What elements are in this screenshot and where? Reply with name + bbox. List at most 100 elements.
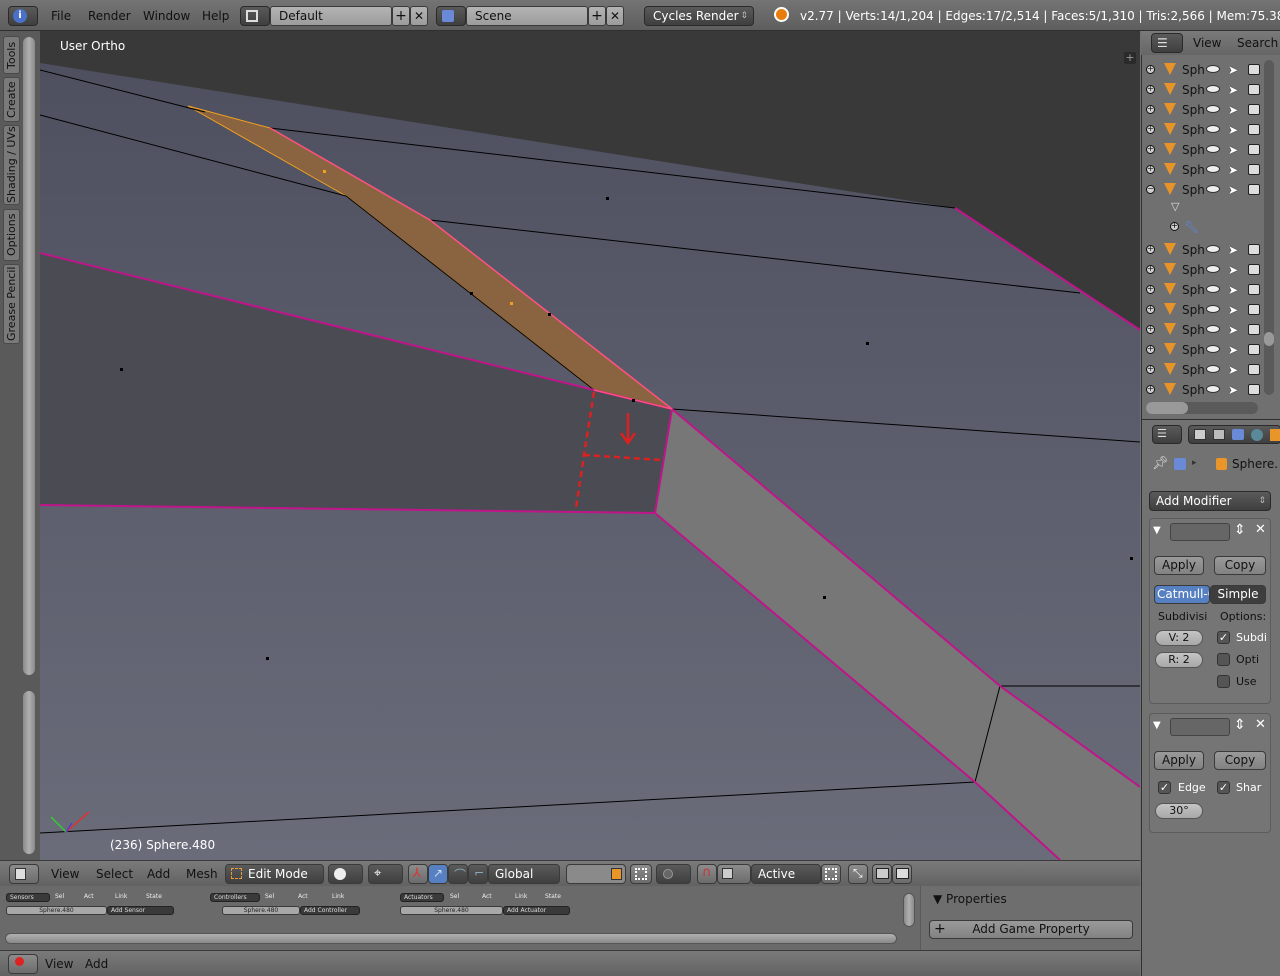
- move-up-down-icon[interactable]: ⇕: [1234, 522, 1246, 538]
- object-name[interactable]: Sphe: [1182, 123, 1204, 137]
- render-camera-icon[interactable]: [1248, 184, 1260, 195]
- expand-toggle[interactable]: +: [1146, 165, 1155, 174]
- world-tab-icon[interactable]: [1251, 429, 1263, 441]
- object-name[interactable]: Sphe: [1182, 163, 1204, 177]
- object-name[interactable]: Sphe: [1182, 343, 1204, 357]
- expand-toggle[interactable]: +: [1146, 345, 1155, 354]
- eye-icon[interactable]: [1206, 385, 1220, 393]
- copy-button[interactable]: Copy: [1214, 751, 1266, 770]
- eye-icon[interactable]: [1206, 265, 1220, 273]
- viewport-shading-dropdown[interactable]: [328, 864, 363, 884]
- tab-create[interactable]: Create: [3, 77, 20, 122]
- snap-options-toggle[interactable]: [821, 864, 841, 884]
- menu-help[interactable]: Help: [202, 9, 229, 23]
- menu-search[interactable]: Search: [1237, 36, 1278, 50]
- render-camera-icon[interactable]: [1248, 364, 1260, 375]
- menu-view[interactable]: View: [45, 957, 73, 971]
- add-modifier-dropdown[interactable]: Add Modifier ⇕: [1149, 491, 1271, 511]
- expand-toggle[interactable]: +: [1146, 385, 1155, 394]
- tab-grease-pencil[interactable]: Grease Pencil: [3, 264, 20, 344]
- outliner-row[interactable]: + Sphe ➤: [1144, 140, 1264, 160]
- pivot-point-dropdown[interactable]: ⌖: [368, 864, 403, 884]
- view-levels-field[interactable]: V: 2: [1155, 630, 1203, 646]
- scene-field[interactable]: Scene: [466, 6, 588, 26]
- actuators-dropdown[interactable]: Actuators: [400, 893, 444, 902]
- eye-icon[interactable]: [1206, 165, 1220, 173]
- manipulator-toggle[interactable]: ⅄: [408, 864, 428, 884]
- eye-icon[interactable]: [1206, 345, 1220, 353]
- tab-options[interactable]: Options: [3, 209, 20, 261]
- sharp-edges-checkbox[interactable]: ✓: [1217, 781, 1230, 794]
- object-tab-icon[interactable]: [1270, 429, 1280, 441]
- add-scene-button[interactable]: +: [588, 6, 606, 26]
- select-mode-group[interactable]: [566, 864, 626, 884]
- cursor-select-icon[interactable]: ➤: [1228, 163, 1238, 177]
- sensors-dropdown[interactable]: Sensors: [6, 893, 50, 902]
- render-camera-icon[interactable]: [1248, 84, 1260, 95]
- delete-scene-button[interactable]: ✕: [606, 6, 624, 26]
- opengl-render-button[interactable]: [872, 864, 892, 884]
- eye-icon[interactable]: [1206, 285, 1220, 293]
- collapse-toggle[interactable]: −: [1146, 185, 1155, 194]
- transform-orientation-dropdown[interactable]: Global: [488, 864, 560, 884]
- cursor-select-icon[interactable]: ➤: [1228, 123, 1238, 137]
- outliner-row[interactable]: + Sphe ➤: [1144, 120, 1264, 140]
- snap-project-toggle[interactable]: ⤡: [848, 864, 868, 884]
- move-up-down-icon[interactable]: ⇕: [1234, 717, 1246, 733]
- add-controller-dropdown[interactable]: Add Controller: [300, 906, 360, 915]
- modifier-visibility-toggles[interactable]: [1170, 523, 1230, 541]
- editor-type-3d-button[interactable]: [9, 864, 39, 884]
- add-sensor-dropdown[interactable]: Add Sensor: [107, 906, 174, 915]
- eye-icon[interactable]: [1206, 325, 1220, 333]
- translate-manipulator[interactable]: ↗: [428, 864, 448, 884]
- add-screen-button[interactable]: +: [392, 6, 410, 26]
- object-name[interactable]: Sphe: [1182, 83, 1204, 97]
- collapse-triangle-icon[interactable]: ▼: [1153, 720, 1161, 731]
- object-name[interactable]: Sphe: [1182, 143, 1204, 157]
- eye-icon[interactable]: [1206, 65, 1220, 73]
- render-layers-tab-icon[interactable]: [1213, 429, 1225, 440]
- scrollbar-thumb[interactable]: [1264, 332, 1274, 346]
- cursor-select-icon[interactable]: ➤: [1228, 303, 1238, 317]
- render-engine-dropdown[interactable]: Cycles Render ⇕: [644, 6, 754, 26]
- object-name[interactable]: Sphe: [1182, 63, 1204, 77]
- properties-context-tabs[interactable]: [1188, 425, 1280, 444]
- simple-option[interactable]: Simple: [1210, 585, 1266, 604]
- eye-icon[interactable]: [1206, 305, 1220, 313]
- mode-dropdown[interactable]: Edit Mode: [225, 864, 324, 884]
- add-actuator-dropdown[interactable]: Add Actuator: [503, 906, 570, 915]
- apply-button[interactable]: Apply: [1154, 556, 1204, 575]
- eye-icon[interactable]: [1206, 245, 1220, 253]
- actuators-link-toggle[interactable]: Link: [515, 893, 527, 900]
- render-camera-icon[interactable]: [1248, 244, 1260, 255]
- render-camera-icon[interactable]: [1248, 384, 1260, 395]
- sensors-link-toggle[interactable]: Link: [115, 893, 127, 900]
- expand-toggle[interactable]: +: [1146, 125, 1155, 134]
- opengl-animation-button[interactable]: [892, 864, 912, 884]
- editor-type-logic-button[interactable]: [8, 954, 38, 974]
- screen-layout-selector[interactable]: [240, 6, 270, 26]
- expand-toggle[interactable]: +: [1146, 245, 1155, 254]
- outliner-row[interactable]: + Sphe ➤: [1144, 240, 1264, 260]
- scene-selector[interactable]: [436, 6, 466, 26]
- expand-toggle[interactable]: +: [1146, 325, 1155, 334]
- properties-panel-header[interactable]: ▼ Properties: [933, 892, 1007, 906]
- editor-type-outliner-button[interactable]: ☰: [1151, 33, 1183, 53]
- expand-modifiers-toggle[interactable]: +: [1170, 222, 1179, 231]
- tab-shading-uvs[interactable]: Shading / UVs: [3, 125, 20, 205]
- expand-toggle[interactable]: +: [1146, 265, 1155, 274]
- render-camera-icon[interactable]: [1248, 144, 1260, 155]
- wrench-icon[interactable]: 🔧︎: [1184, 220, 1199, 234]
- expand-toggle[interactable]: +: [1146, 365, 1155, 374]
- split-angle-field[interactable]: 30°: [1155, 803, 1203, 819]
- outliner-row[interactable]: + Sphe ➤: [1144, 280, 1264, 300]
- tool-shelf-scrollbar-lower[interactable]: [22, 690, 36, 855]
- collapse-triangle-icon[interactable]: ▼: [1153, 525, 1161, 536]
- object-name[interactable]: Sphe: [1182, 303, 1204, 317]
- use-opensubdiv-checkbox[interactable]: [1217, 675, 1230, 688]
- remove-modifier-icon[interactable]: ✕: [1255, 522, 1266, 537]
- actuators-object-field[interactable]: Sphere.480: [400, 906, 503, 915]
- sensors-act-toggle[interactable]: Act: [84, 893, 94, 900]
- proportional-edit-dropdown[interactable]: [656, 864, 691, 884]
- copy-button[interactable]: Copy: [1214, 556, 1266, 575]
